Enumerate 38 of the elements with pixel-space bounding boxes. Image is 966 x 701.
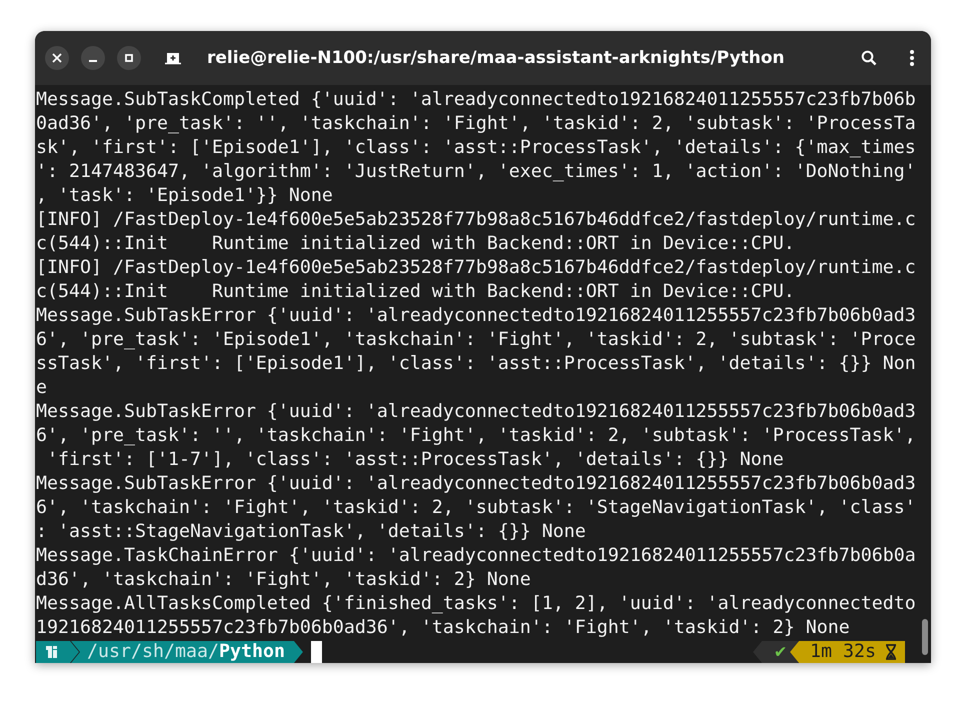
cursor — [310, 641, 322, 663]
scrollbar[interactable] — [922, 619, 928, 655]
terminal-line: 0ad36', 'pre_task': '', 'taskchain': 'Fight', 'taskid': 2, 'subtask': 'ProcessTa — [36, 112, 917, 136]
terminal-line: Message.SubTaskCompleted {'uuid': 'alreadyconnectedto19216824011255557c23fb7b06b — [36, 88, 917, 112]
terminal-line: Message.SubTaskError {'uuid': 'alreadyconnectedto19216824011255557c23fb7b06b0ad3 — [36, 400, 917, 424]
new-tab-icon — [165, 51, 181, 65]
prompt-logo-segment — [36, 641, 80, 663]
terminal-line: ssTask', 'first': ['Episode1'], 'class': 'asst::ProcessTask', 'details': {}} Non — [36, 352, 917, 376]
menu-icon — [909, 49, 915, 67]
window-title: relie@relie-N100:/usr/share/maa-assistant-arknights/Python — [207, 48, 786, 68]
terminal-line: sk', 'first': ['Episode1'], 'class': 'asst::ProcessTask', 'details': {'max_times — [36, 136, 917, 160]
terminal-line: ': 2147483647, 'algorithm': 'JustReturn', 'exec_times': 1, 'action': 'DoNothing' — [36, 160, 917, 184]
hourglass-icon — [885, 644, 897, 660]
maximize-icon — [124, 53, 134, 63]
close-button[interactable] — [45, 46, 69, 70]
terminal-line: 6', 'pre_task': '', 'taskchain': 'Fight', 'taskid': 2, 'subtask': 'ProcessTask', — [36, 424, 917, 448]
minimize-button[interactable] — [81, 46, 105, 70]
terminal-line: 'first': ['1-7'], 'class': 'asst::ProcessTask', 'details': {}} None — [46, 448, 785, 472]
terminal-line: : 'asst::StageNavigationTask', 'details': {}} None — [36, 520, 587, 544]
close-icon — [52, 53, 62, 63]
terminal-line: Message.AllTasksCompleted {'finished_tasks': [1, 2], 'uuid': 'alreadyconnectedto — [36, 592, 917, 616]
maximize-button[interactable] — [117, 46, 141, 70]
terminal-line: d36', 'taskchain': 'Fight', 'taskid': 2} None — [36, 568, 532, 592]
terminal-line: , 'task': 'Episode1'}} None — [36, 184, 334, 208]
terminal-line: 19216824011255557c23fb7b06b0ad36', 'taskchain': 'Fight', 'taskid': 2} None — [36, 616, 851, 640]
search-icon — [861, 50, 877, 66]
terminal-line: 6', 'pre_task': 'Episode1', 'taskchain': 'Fight', 'taskid': 2, 'subtask': 'Proce — [36, 328, 917, 352]
terminal-line: c(544)::Init Runtime initialized with Backend::ORT in Device::CPU. — [36, 280, 796, 304]
minimize-icon — [89, 60, 97, 62]
terminal-line: Message.SubTaskError {'uuid': 'alreadyconnectedto19216824011255557c23fb7b06b0ad3 — [36, 304, 917, 328]
terminal-line: c(544)::Init Runtime initialized with Backend::ORT in Device::CPU. — [36, 232, 796, 256]
terminal-line: Message.TaskChainError {'uuid': 'alreadyconnectedto19216824011255557c23fb7b06b0a — [36, 544, 917, 568]
terminal-line: e — [36, 376, 48, 400]
terminal-line: 6', 'taskchain': 'Fight', 'taskid': 2, 'subtask': 'StageNavigationTask', 'class' — [36, 496, 917, 520]
terminal-line: [INFO] /FastDeploy-1e4f600e5e5ab23528f77b98a8c5167b46ddfce2/fastdeploy/runtime.c — [36, 256, 917, 280]
duration-text: 1m 32s — [810, 641, 876, 663]
terminal-line: [INFO] /FastDeploy-1e4f600e5e5ab23528f77b98a8c5167b46ddfce2/fastdeploy/runtime.c — [36, 208, 917, 232]
terminal-line: Message.SubTaskError {'uuid': 'alreadyconnectedto19216824011255557c23fb7b06b0ad3 — [36, 472, 917, 496]
